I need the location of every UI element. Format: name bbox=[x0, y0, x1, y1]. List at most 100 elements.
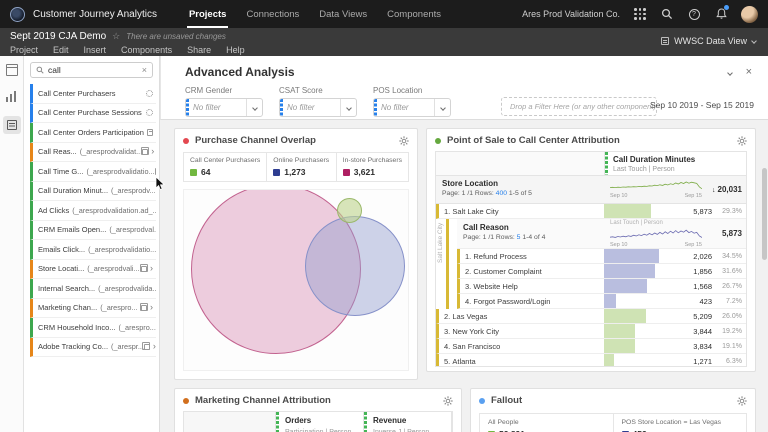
legend-name: POS Store Location = Las Vegas bbox=[622, 419, 739, 426]
rows-label: Rows: bbox=[475, 190, 494, 197]
menu-insert[interactable]: Insert bbox=[84, 45, 107, 55]
column-total: 5,873 bbox=[722, 229, 742, 238]
component-list-item[interactable]: Ad Clicks(_aresprodvalidation.ad_... bbox=[30, 201, 156, 221]
panel-title: Advanced Analysis bbox=[185, 65, 295, 79]
nav-tab-connections[interactable]: Connections bbox=[236, 0, 309, 28]
menu-project[interactable]: Project bbox=[10, 45, 38, 55]
value-bar bbox=[604, 309, 646, 323]
filter-row: CRM GenderNo filterCSAT ScoreNo filterPO… bbox=[185, 86, 451, 117]
legend-cell[interactable]: Online Purchasers1,273 bbox=[267, 153, 336, 181]
orders-metric-column[interactable]: Orders Participation | Person bbox=[276, 412, 364, 432]
component-list-item[interactable]: Internal Search...(_aresprodvalida... bbox=[30, 279, 156, 299]
avatar[interactable] bbox=[741, 6, 758, 23]
viz-color-dot bbox=[435, 138, 441, 144]
row-label: 1. Salt Lake City bbox=[439, 204, 604, 218]
row-label: 3. Website Help bbox=[460, 279, 604, 293]
collapse-panel-icon[interactable] bbox=[727, 70, 733, 76]
menu-share[interactable]: Share bbox=[187, 45, 211, 55]
table-row[interactable]: 4. Forgot Password/Login4237.2% bbox=[457, 294, 746, 309]
chevron-right-icon[interactable]: › bbox=[150, 303, 153, 312]
component-list-item[interactable]: Call Duration Minut...(_aresprodv... bbox=[30, 182, 156, 202]
app-switcher-icon[interactable] bbox=[633, 7, 647, 21]
viz-settings-gear-icon[interactable] bbox=[443, 396, 453, 406]
app-window: Customer Journey Analytics ProjectsConne… bbox=[0, 0, 768, 432]
clear-search-icon[interactable]: × bbox=[142, 66, 147, 75]
component-list-item[interactable]: CRM Household Inco...(_arespro... bbox=[30, 318, 156, 338]
experience-cloud-logo-icon[interactable] bbox=[10, 7, 25, 22]
viz-settings-gear-icon[interactable] bbox=[399, 136, 409, 146]
chevron-right-icon[interactable]: › bbox=[151, 147, 154, 156]
filter-dropdown[interactable]: No filter bbox=[185, 98, 263, 117]
help-icon[interactable]: ? bbox=[687, 7, 701, 21]
component-list-item[interactable]: Call Center Purchase Sessions bbox=[30, 104, 156, 124]
fallout-legend-cell[interactable]: POS Store Location = Las Vegas452 bbox=[614, 414, 747, 432]
component-suffix: (_aresprodval... bbox=[109, 225, 156, 234]
component-list-item[interactable]: Marketing Chan...(_arespro...› bbox=[30, 299, 156, 319]
component-list-item[interactable]: Call Center Purchasers bbox=[30, 84, 156, 104]
close-panel-icon[interactable]: × bbox=[746, 67, 752, 78]
scrollbar-thumb[interactable] bbox=[762, 168, 767, 260]
table-row[interactable]: 2. Customer Complaint1,85631.6% bbox=[457, 264, 746, 279]
data-view-selector[interactable]: WWSC Data View bbox=[661, 36, 756, 46]
row-value: 5,873 bbox=[693, 207, 712, 216]
component-label: Internal Search... bbox=[38, 284, 95, 293]
chevron-right-icon[interactable]: › bbox=[150, 264, 153, 273]
table-row[interactable]: 1. Refund Process2,02634.5% bbox=[457, 249, 746, 264]
menu-help[interactable]: Help bbox=[226, 45, 245, 55]
rows-count-link[interactable]: 400 bbox=[496, 190, 507, 197]
table-row[interactable]: 3. Website Help1,56826.7% bbox=[457, 279, 746, 294]
viz-color-dot bbox=[183, 398, 189, 404]
component-list-item[interactable]: Call Reas...(_aresprodvalidat...› bbox=[30, 143, 156, 163]
sort-descending-icon[interactable]: ↓ bbox=[712, 187, 716, 194]
search-icon[interactable] bbox=[660, 7, 674, 21]
filter-drop-zone[interactable]: Drop a Filter Here (or any other compone… bbox=[501, 97, 657, 116]
component-list-item[interactable]: Adobe Tracking Co...(_arespr...› bbox=[30, 338, 156, 358]
pagination: Page: 1 /1 Rows: 400 1-5 of 5 bbox=[442, 190, 604, 197]
viz-settings-gear-icon[interactable] bbox=[737, 396, 747, 406]
row-percent: 26.0% bbox=[716, 313, 742, 320]
menu-components[interactable]: Components bbox=[121, 45, 172, 55]
rows-count-link[interactable]: 5 bbox=[517, 234, 521, 241]
dimension-stack-icon bbox=[141, 305, 147, 311]
filter-label: CRM Gender bbox=[185, 86, 263, 95]
table-row[interactable]: 5. Atlanta1,2716.3% bbox=[436, 354, 746, 367]
table-row[interactable]: 3. New York City3,84419.2% bbox=[436, 324, 746, 339]
legend-swatch bbox=[273, 169, 280, 176]
nav-tab-data-views[interactable]: Data Views bbox=[309, 0, 377, 28]
filter-pos-location: POS LocationNo filter bbox=[373, 86, 451, 117]
favorite-star-icon[interactable]: ☆ bbox=[112, 31, 120, 42]
chevron-down-icon bbox=[434, 99, 450, 116]
table-row[interactable]: 4. San Francisco3,83419.1% bbox=[436, 339, 746, 354]
chevron-right-icon[interactable]: › bbox=[153, 342, 156, 351]
component-label: Call Reas... bbox=[38, 147, 77, 156]
menu-edit[interactable]: Edit bbox=[53, 45, 69, 55]
panels-icon[interactable] bbox=[6, 64, 18, 76]
component-search-input[interactable]: call × bbox=[30, 62, 153, 78]
org-name[interactable]: Ares Prod Validation Co. bbox=[522, 9, 620, 19]
legend-cell[interactable]: Call Center Purchasers64 bbox=[184, 153, 267, 181]
nav-tab-projects[interactable]: Projects bbox=[179, 0, 237, 28]
table-row[interactable]: 1. Salt Lake City5,87329.3% bbox=[436, 204, 746, 219]
component-list-item[interactable]: Call Time G...(_aresprodvalidatio... bbox=[30, 162, 156, 182]
metric-column-header[interactable]: Call Duration MinutesLast Touch | Person bbox=[604, 152, 746, 175]
filter-dropdown[interactable]: No filter bbox=[279, 98, 357, 117]
revenue-metric-column[interactable]: Revenue Inverse J | Person bbox=[364, 412, 452, 432]
legend-cell[interactable]: In-store Purchasers3,621 bbox=[337, 153, 408, 181]
nav-tab-components[interactable]: Components bbox=[377, 0, 451, 28]
component-suffix: (_arespr... bbox=[111, 342, 144, 351]
date-range[interactable]: Sep 10 2019 - Sep 15 2019 bbox=[650, 100, 754, 110]
component-list-item[interactable]: Store Locati...(_aresprodvali...› bbox=[30, 260, 156, 280]
legend-name: Online Purchasers bbox=[273, 157, 329, 164]
filter-dropdown[interactable]: No filter bbox=[373, 98, 451, 117]
fallout-legend-cell[interactable]: All People52,891 bbox=[480, 414, 614, 432]
component-list-item[interactable]: Call Center Orders Participation bbox=[30, 123, 156, 143]
components-icon[interactable] bbox=[3, 116, 21, 134]
component-list-item[interactable]: CRM Emails Open...(_aresprodval... bbox=[30, 221, 156, 241]
component-list-item[interactable]: Emails Click...(_aresprodvalidatio... bbox=[30, 240, 156, 260]
viz-settings-gear-icon[interactable] bbox=[737, 136, 747, 146]
table-row[interactable]: 2. Las Vegas5,20926.0% bbox=[436, 309, 746, 324]
value-bar bbox=[604, 339, 635, 353]
visualizations-icon[interactable] bbox=[6, 90, 18, 102]
filter-value: No filter bbox=[193, 103, 246, 112]
notifications-bell-icon[interactable] bbox=[714, 7, 728, 21]
